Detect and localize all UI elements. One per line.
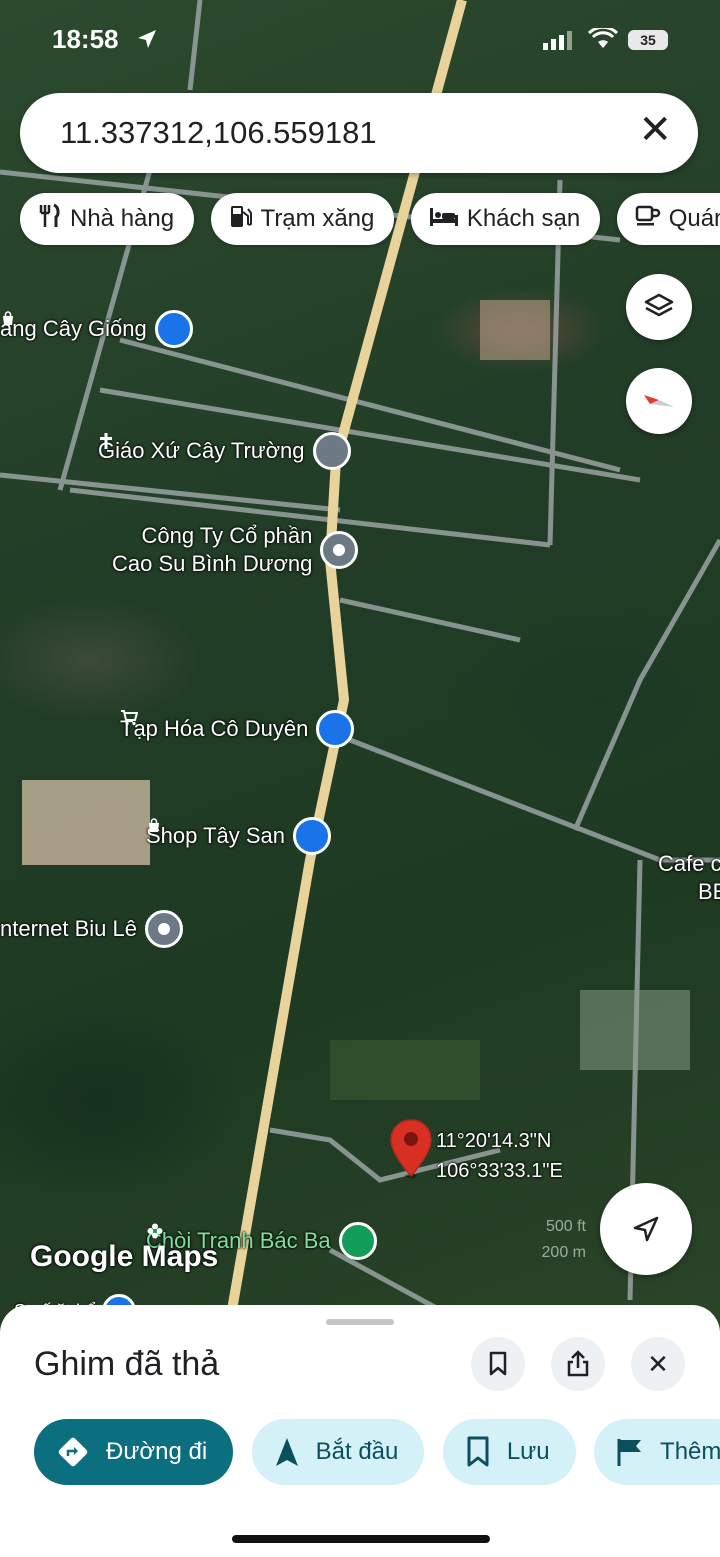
chip-restaurant[interactable]: Nhà hàng (20, 193, 195, 245)
chip-hotel[interactable]: Khách sạn (410, 193, 601, 245)
compass-button[interactable] (626, 368, 692, 434)
home-indicator[interactable] (232, 1535, 490, 1543)
close-sheet-button[interactable]: ✕ (631, 1337, 685, 1391)
more-label: Thêm (660, 1438, 720, 1465)
poi-giao-xu[interactable]: Giáo Xứ Cây Trường (98, 432, 351, 470)
search-bar[interactable]: 11.337312,106.559181 ✕ (20, 93, 698, 173)
restaurant-icon (38, 203, 62, 236)
bookmark-icon (465, 1436, 491, 1468)
chip-cafe[interactable]: Quán (616, 193, 720, 245)
location-arrow-icon (136, 28, 158, 56)
map-scale: 500 ft 200 m (522, 1214, 586, 1266)
compass-icon (644, 395, 674, 407)
shopping-bag-icon (3, 310, 193, 348)
more-button[interactable]: Thêm (594, 1419, 720, 1485)
start-label: Bắt đầu (315, 1438, 399, 1465)
directions-icon (56, 1435, 90, 1469)
shopping-bag-icon (149, 817, 332, 855)
chip-gas-station[interactable]: Trạm xăng (210, 193, 395, 245)
chip-label: Trạm xăng (260, 205, 375, 232)
dropped-pin-marker[interactable] (388, 1118, 434, 1180)
poi-label: àng Cây Giống (0, 316, 147, 341)
save-label: Lưu (506, 1438, 550, 1465)
bottom-sheet[interactable]: Ghim đã thả ✕ Đường đi Bắt đầu Lưu Thêm (0, 1305, 720, 1557)
poi-label-line: Cafe c (658, 851, 720, 876)
search-query[interactable]: 11.337312,106.559181 (60, 115, 377, 151)
poi-tap-hoa[interactable]: Tạp Hóa Cô Duyên (120, 710, 355, 748)
place-marker-icon (144, 910, 183, 948)
action-buttons: Đường đi Bắt đầu Lưu Thêm (34, 1419, 720, 1485)
chip-label: Quán (668, 205, 720, 232)
poi-cong-ty[interactable]: Công Ty Cổ phần Cao Su Bình Dương (112, 522, 359, 578)
poi-label-line: Cao Su Bình Dương (112, 551, 313, 576)
poi-label: Tạp Hóa Cô Duyên (120, 716, 309, 741)
status-bar: 18:58 35 (0, 0, 720, 80)
clear-search-icon[interactable]: ✕ (638, 107, 672, 153)
cellular-signal-icon (543, 30, 573, 55)
chip-label: Khách sạn (466, 205, 581, 232)
save-button[interactable]: Lưu (442, 1419, 576, 1485)
poi-label: nternet Biu Lê (0, 916, 137, 941)
poi-label-line: Công Ty Cổ phần (141, 523, 313, 548)
poi-label: Cafe c BE (658, 850, 720, 906)
dropped-pin-coordinates: 11°20'14.3"N 106°33'33.1"E (436, 1126, 563, 1186)
drag-handle[interactable] (326, 1319, 394, 1325)
place-marker-icon (320, 531, 359, 569)
flower-icon (147, 1222, 377, 1260)
place-title: Ghim đã thả (34, 1345, 220, 1383)
cafe-icon (635, 204, 661, 235)
hotel-icon (429, 205, 459, 234)
poi-label: Shop Tây San (146, 823, 286, 848)
google-maps-watermark: Google Maps (30, 1240, 219, 1273)
close-icon: ✕ (647, 1348, 669, 1379)
status-time: 18:58 (52, 24, 119, 54)
share-icon (567, 1350, 589, 1377)
scale-meters: 200 m (541, 1244, 586, 1261)
gas-station-icon (229, 203, 253, 236)
flag-icon (616, 1437, 644, 1467)
red-pin-icon (390, 1119, 432, 1178)
save-bookmark-button[interactable] (471, 1337, 525, 1391)
chip-label: Nhà hàng (70, 205, 175, 232)
poi-cay-giong[interactable]: àng Cây Giống (0, 310, 193, 348)
scale-feet: 500 ft (545, 1218, 586, 1235)
poi-label: Công Ty Cổ phần Cao Su Bình Dương (112, 522, 312, 578)
category-chips: Nhà hàng Trạm xăng Khách sạn Quán (20, 193, 720, 245)
poi-internet[interactable]: nternet Biu Lê (0, 910, 183, 948)
share-button[interactable] (551, 1337, 605, 1391)
poi-shop[interactable]: Shop Tây San (146, 817, 332, 855)
start-button[interactable]: Bắt đầu (251, 1419, 425, 1485)
shopping-cart-icon (121, 710, 355, 748)
my-location-button[interactable] (600, 1183, 692, 1275)
layers-button[interactable] (626, 274, 692, 340)
poi-label-line: BE (698, 879, 720, 904)
pin-longitude: 106°33'33.1"E (436, 1160, 563, 1182)
pin-latitude: 11°20'14.3"N (436, 1130, 552, 1152)
poi-label: Giáo Xứ Cây Trường (98, 438, 305, 463)
directions-button[interactable]: Đường đi (34, 1419, 234, 1485)
bookmark-icon (489, 1351, 507, 1376)
directions-label: Đường đi (106, 1438, 208, 1465)
battery-icon: 35 (628, 30, 668, 50)
cross-icon (100, 432, 351, 470)
navigation-arrow-icon (633, 1216, 659, 1242)
layers-icon (644, 293, 674, 317)
wifi-icon (587, 25, 619, 56)
poi-cafe[interactable]: Cafe c BE (658, 850, 720, 906)
navigation-icon (274, 1436, 300, 1468)
